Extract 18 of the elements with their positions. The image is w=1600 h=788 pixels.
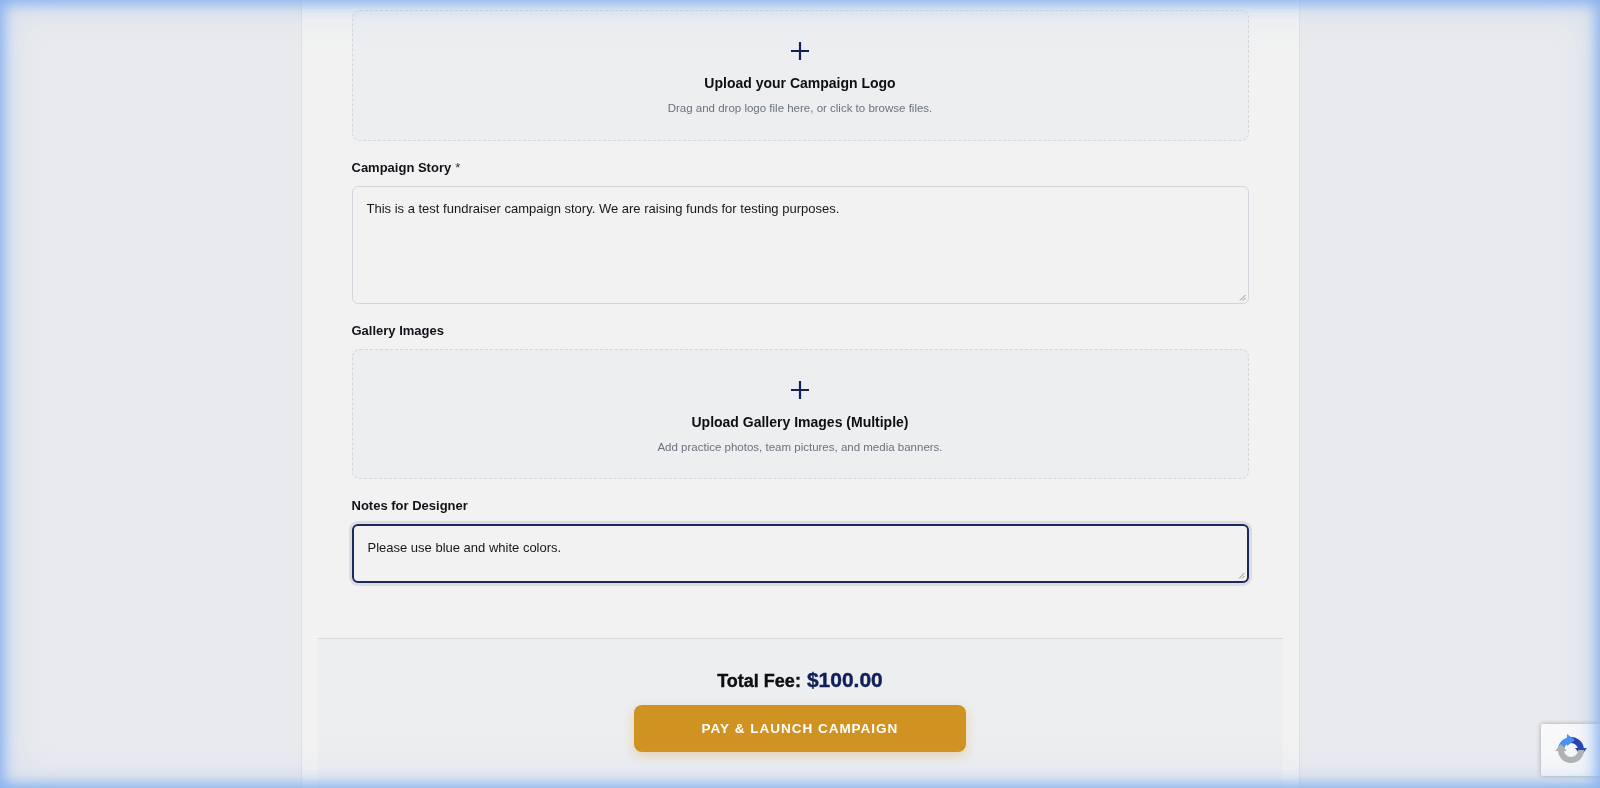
total-fee-label: Total Fee: xyxy=(717,671,801,692)
total-fee-amount: $100.00 xyxy=(806,668,883,692)
captcha-badge[interactable] xyxy=(1541,724,1600,776)
resize-grip-icon[interactable] xyxy=(1237,293,1246,301)
field-label: Campaign Story * xyxy=(351,160,462,176)
text-area-field[interactable]: Please use blue and white colors. xyxy=(351,524,1249,583)
upload-title: Upload Gallery Images (Multiple) xyxy=(691,413,909,431)
resize-grip-icon[interactable] xyxy=(1236,571,1245,579)
upload-dropzone[interactable]: Upload Gallery Images (Multiple) Add practice photos, team pictures, and media banners. xyxy=(351,349,1249,479)
field-label: Gallery Images xyxy=(351,323,445,339)
upload-hint: Drag and drop logo file here, or click to browse files. xyxy=(667,101,933,116)
plus-icon xyxy=(790,41,810,61)
upload-title: Upload your Campaign Logo xyxy=(704,74,896,92)
upload-dropzone[interactable]: Upload your Campaign Logo Drag and drop logo file here, or click to browse files. xyxy=(351,10,1249,141)
field-label: Notes for Designer xyxy=(351,498,469,514)
text-area-field[interactable]: This is a test fundraiser campaign story. We are raising funds for testing purposes. xyxy=(351,186,1249,304)
plus-icon xyxy=(790,380,810,400)
upload-hint: Add practice photos, team pictures, and media banners. xyxy=(657,440,943,455)
